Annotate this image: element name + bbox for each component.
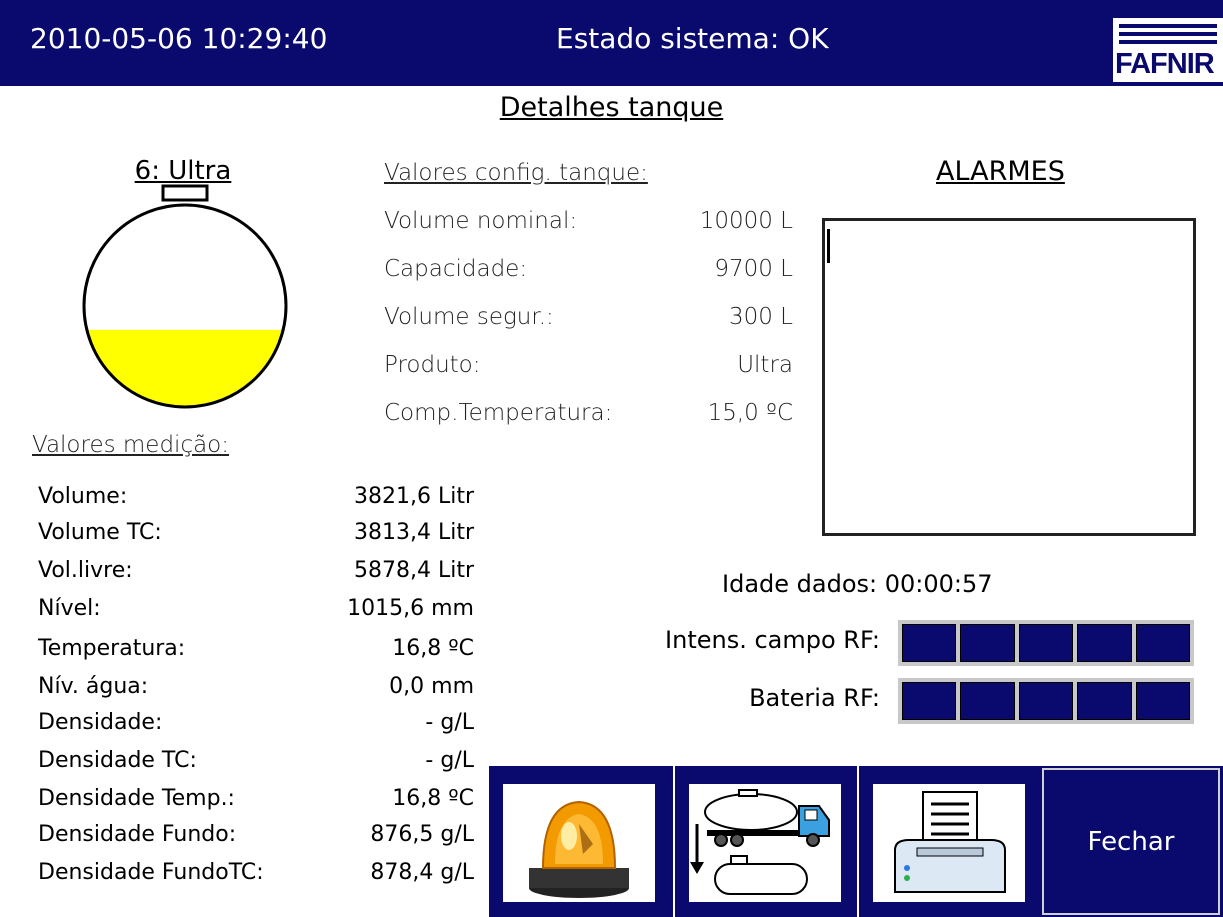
rf-field-strength-bars (898, 620, 1194, 666)
config-value-produto: Ultra (737, 352, 793, 378)
measurement-label-densidade-temp: Densidade Temp.: (38, 786, 235, 811)
measurement-value-niv-agua: 0,0 mm (389, 674, 474, 699)
level-bar (902, 624, 957, 662)
tank-fill (84, 329, 286, 407)
rf-field-label: Intens. campo RF: (665, 626, 880, 654)
measurement-label-densidade-tc: Densidade TC: (38, 748, 197, 773)
config-label-produto: Produto: (384, 352, 481, 378)
data-age: Idade dados: 00:00:57 (722, 570, 993, 598)
tank-name: 6: Ultra (134, 156, 232, 186)
battery-level-bars (898, 678, 1194, 724)
config-value-comp-temperatura: 15,0 ºC (707, 400, 793, 426)
measurement-label-densidade: Densidade: (38, 710, 163, 735)
measurement-value-vol-livre: 5878,4 Litr (353, 558, 474, 583)
alarm-beacon-icon (529, 800, 629, 898)
level-bar (1135, 682, 1191, 720)
measurement-label-temperatura: Temperatura: (38, 636, 186, 661)
measurement-value-volume-tc: 3813,4 Litr (353, 520, 474, 545)
system-status: Estado sistema: OK (556, 22, 829, 55)
measurement-label-volume-tc: Volume TC: (38, 520, 162, 545)
level-bar (1018, 624, 1074, 662)
datetime-display: 2010-05-06 10:29:40 (30, 22, 328, 55)
level-bar (1077, 682, 1132, 720)
measurement-label-vol-livre: Vol.livre: (38, 558, 133, 583)
config-value-volume-nominal: 10000 L (699, 208, 793, 234)
level-bar (1018, 682, 1074, 720)
alarms-list[interactable] (822, 218, 1196, 536)
level-bar (1135, 624, 1191, 662)
measurement-value-densidade-tc: - g/L (425, 748, 474, 773)
measurement-value-densidade-fundotc: 878,4 g/L (370, 860, 474, 885)
measurement-label-niv-agua: Nív. água: (38, 674, 149, 699)
print-button[interactable] (857, 766, 1041, 917)
level-bar (960, 682, 1015, 720)
level-bar (1077, 624, 1132, 662)
battery-label: Bateria RF: (749, 684, 880, 712)
alarms-title: ALARMES (936, 156, 1065, 187)
measurement-value-nivel: 1015,6 mm (347, 596, 474, 621)
tank-level-icon (82, 184, 288, 409)
measurement-header: Valores medição: (32, 432, 230, 458)
printer-icon (894, 791, 1006, 893)
config-label-comp-temperatura: Comp.Temperatura: (384, 400, 613, 426)
measurement-value-volume: 3821,6 Litr (353, 484, 474, 509)
measurement-value-temperatura: 16,8 ºC (392, 636, 474, 661)
page-title: Detalhes tanque (499, 92, 724, 123)
measurement-label-densidade-fundo: Densidade Fundo: (38, 822, 237, 847)
tanker-delivery-icon (690, 789, 830, 895)
text-cursor (827, 229, 830, 263)
measurement-label-volume: Volume: (38, 484, 128, 509)
fafnir-logo: FAFNIR (1113, 18, 1223, 82)
measurement-value-densidade-fundo: 876,5 g/L (370, 822, 474, 847)
config-label-volume-nominal: Volume nominal: (384, 208, 578, 234)
config-value-capacidade: 9700 L (714, 256, 793, 282)
config-header: Valores config. tanque: (384, 160, 648, 186)
close-button[interactable]: Fechar (1042, 768, 1220, 915)
tank-graphic-panel: 6: Ultra (30, 154, 336, 414)
measurement-value-densidade: - g/L (425, 710, 474, 735)
config-label-capacidade: Capacidade: (384, 256, 528, 282)
level-bar (960, 624, 1015, 662)
header-bar: 2010-05-06 10:29:40 Estado sistema: OK F… (0, 0, 1223, 86)
delivery-button[interactable] (673, 766, 857, 917)
alarm-button[interactable] (489, 766, 673, 917)
measurement-label-nivel: Nível: (38, 596, 101, 621)
measurement-label-densidade-fundotc: Densidade FundoTC: (38, 860, 264, 885)
logo-text: FAFNIR (1115, 48, 1215, 80)
config-value-volume-segur: 300 L (728, 304, 793, 330)
config-label-volume-segur: Volume segur.: (384, 304, 554, 330)
level-bar (902, 682, 957, 720)
measurement-value-densidade-temp: 16,8 ºC (392, 786, 474, 811)
